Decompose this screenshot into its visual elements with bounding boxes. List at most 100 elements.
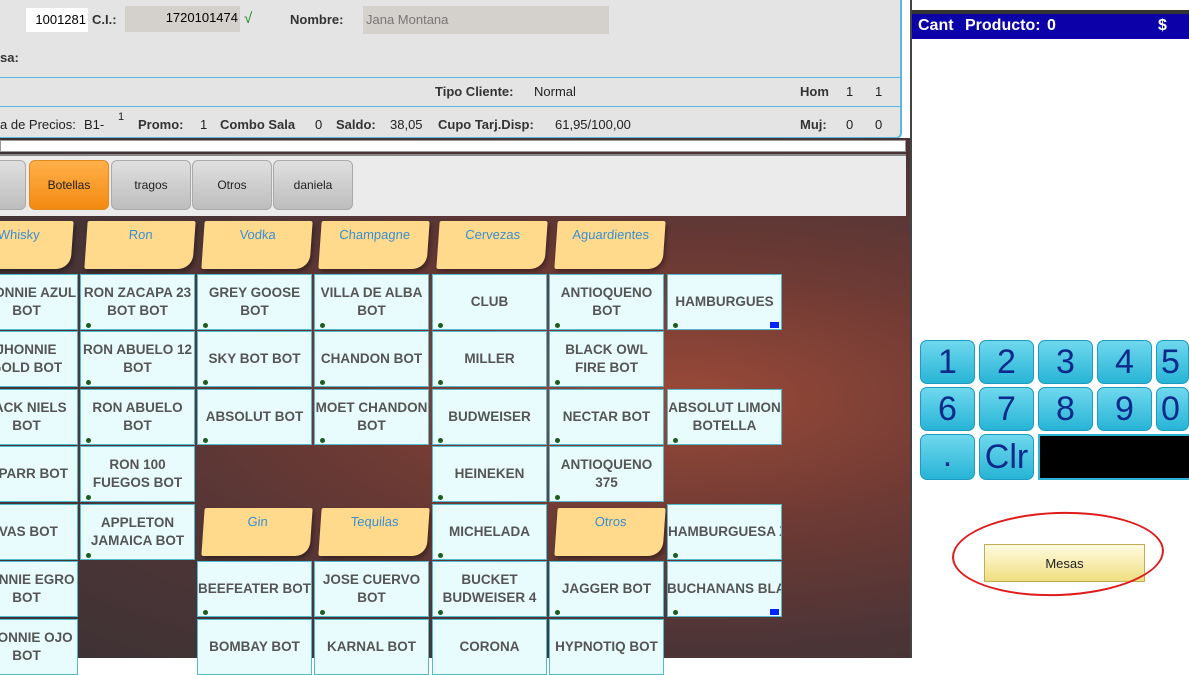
product-cell[interactable]: CHANDON BOT [314,331,429,387]
product-cell[interactable]: RON 100 FUEGOS BOT [80,446,195,502]
category-otros[interactable]: Otros [554,508,666,556]
product-label: JHONNIE GOLD BOT [0,342,63,375]
tab-botellas[interactable]: Botellas [29,160,109,210]
cupo-label: Cupo Tarj.Disp: [438,117,534,132]
category-aguardientes[interactable]: Aguardientes [554,221,666,269]
product-cell[interactable]: BUDWEISER [432,389,547,445]
product-cell[interactable]: HONNIE EGRO BOT [0,561,78,617]
tab-otros[interactable]: Otros [192,160,272,210]
product-cell[interactable]: ANTIOQUENO 375 [549,446,664,502]
ci-field[interactable]: 1720101474 [125,6,240,32]
keypad-clear[interactable]: Clr [979,434,1034,480]
keypad-1[interactable]: 1 [920,340,975,384]
status-dot [203,323,208,328]
producto-label: Producto: [965,17,1041,34]
keypad-5[interactable]: 5 [1156,340,1189,384]
product-cell[interactable]: ANTIOQUENO BOT [549,274,664,330]
product-cell[interactable]: NECTAR BOT [549,389,664,445]
status-dot [673,323,678,328]
product-cell[interactable]: MILLER [432,331,547,387]
muj-label: Muj: [800,117,827,132]
category-ron[interactable]: Ron [84,221,196,269]
product-cell[interactable]: CORONA [432,619,547,675]
product-cell[interactable]: ABSOLUT LIMON BOTELLA [667,389,782,445]
product-label: CLUB [470,294,509,309]
product-cell[interactable]: JOSE CUERVO BOT [314,561,429,617]
product-cell[interactable]: CLUB [432,274,547,330]
currency-label: $ [1158,17,1167,34]
product-cell[interactable]: HAMBURGUES [667,274,782,330]
status-dot [438,438,443,443]
tab-daniela[interactable]: daniela [273,160,353,210]
muj-value-2: 0 [875,117,883,132]
product-cell[interactable]: BUCKET BUDWEISER 4 [432,561,547,617]
product-cell[interactable]: KARNAL BOT [314,619,429,675]
product-label: JACK NIELS BOT [0,400,67,433]
product-cell[interactable]: BLACK OWL FIRE BOT [549,331,664,387]
category-cervezas[interactable]: Cervezas [436,221,548,269]
keypad-7[interactable]: 7 [979,387,1034,431]
keypad-6[interactable]: 6 [920,387,975,431]
product-label: SKY BOT BOT [208,351,301,366]
status-dot [438,610,443,615]
keypad-4[interactable]: 4 [1097,340,1152,384]
tab-previous[interactable] [0,160,26,210]
status-dot [86,438,91,443]
product-label: APPLETON JAMAICA BOT [90,515,185,548]
status-dot [438,553,443,558]
product-cell[interactable]: JAGGER BOT [549,561,664,617]
product-cell[interactable]: JACK NIELS BOT [0,389,78,445]
product-cell[interactable]: SKY BOT BOT [197,331,312,387]
tab-tragos[interactable]: tragos [111,160,191,210]
product-cell[interactable]: D PARR BOT [0,446,78,502]
promo-value: 1 [200,117,208,132]
category-whisky[interactable]: Whisky [0,221,74,269]
product-cell[interactable]: JHONNIE AZUL BOT [0,274,78,330]
product-cell[interactable]: VILLA DE ALBA BOT [314,274,429,330]
product-label: JOSE CUERVO BOT [322,572,421,605]
keypad-2[interactable]: 2 [979,340,1034,384]
client-code-field[interactable]: 1001281 [26,8,88,32]
lista-precios-label: a de Precios: [0,117,76,132]
keypad-0[interactable]: 0 [1156,387,1189,431]
product-cell[interactable]: BUCHANANS BLACK Y WHITE BO [667,561,782,617]
category-vodka[interactable]: Vodka [201,221,313,269]
product-cell[interactable]: JHONNIE OJO BOT [0,619,78,675]
category-tequilas[interactable]: Tequilas [318,508,430,556]
product-cell[interactable]: BEEFEATER BOT [197,561,312,617]
product-cell[interactable]: HEINEKEN [432,446,547,502]
saldo-value: 38,05 [390,117,423,132]
product-label: GREY GOOSE BOT [208,285,301,318]
order-header: Cant Producto: 0 $ [912,10,1189,39]
category-gin[interactable]: Gin [201,508,313,556]
status-dot [555,438,560,443]
product-cell[interactable]: RON ABUELO BOT [80,389,195,445]
tipo-cliente-label: Tipo Cliente: [435,84,514,99]
product-label: HAMBURGUES [675,294,774,309]
keypad-8[interactable]: 8 [1038,387,1093,431]
product-label: RON ZACAPA 23 BOT BOT [83,285,192,318]
keypad-decimal[interactable]: . [920,434,975,480]
product-cell[interactable]: HYPNOTIQ BOT [549,619,664,675]
product-cell[interactable]: RON ABUELO 12 BOT [80,331,195,387]
product-cell[interactable]: BOMBAY BOT [197,619,312,675]
keypad-display [1038,434,1189,480]
nombre-label: Nombre: [290,12,344,27]
product-label: JHONNIE OJO BOT [0,630,73,663]
product-cell[interactable]: IVAS BOT [0,504,78,560]
product-cell[interactable]: ABSOLUT BOT [197,389,312,445]
product-cell[interactable]: HAMBURGUESA X [667,504,782,560]
status-dot [673,438,678,443]
product-cell[interactable]: APPLETON JAMAICA BOT [80,504,195,560]
keypad-9[interactable]: 9 [1097,387,1152,431]
product-cell[interactable]: GREY GOOSE BOT [197,274,312,330]
product-cell[interactable]: RON ZACAPA 23 BOT BOT [80,274,195,330]
status-dot [555,495,560,500]
status-dot [86,380,91,385]
nombre-field[interactable]: Jana Montana [363,6,609,34]
keypad-3[interactable]: 3 [1038,340,1093,384]
product-cell[interactable]: MOET CHANDON BOT [314,389,429,445]
category-champagne[interactable]: Champagne [318,221,430,269]
product-cell[interactable]: JHONNIE GOLD BOT [0,331,78,387]
product-cell[interactable]: MICHELADA [432,504,547,560]
